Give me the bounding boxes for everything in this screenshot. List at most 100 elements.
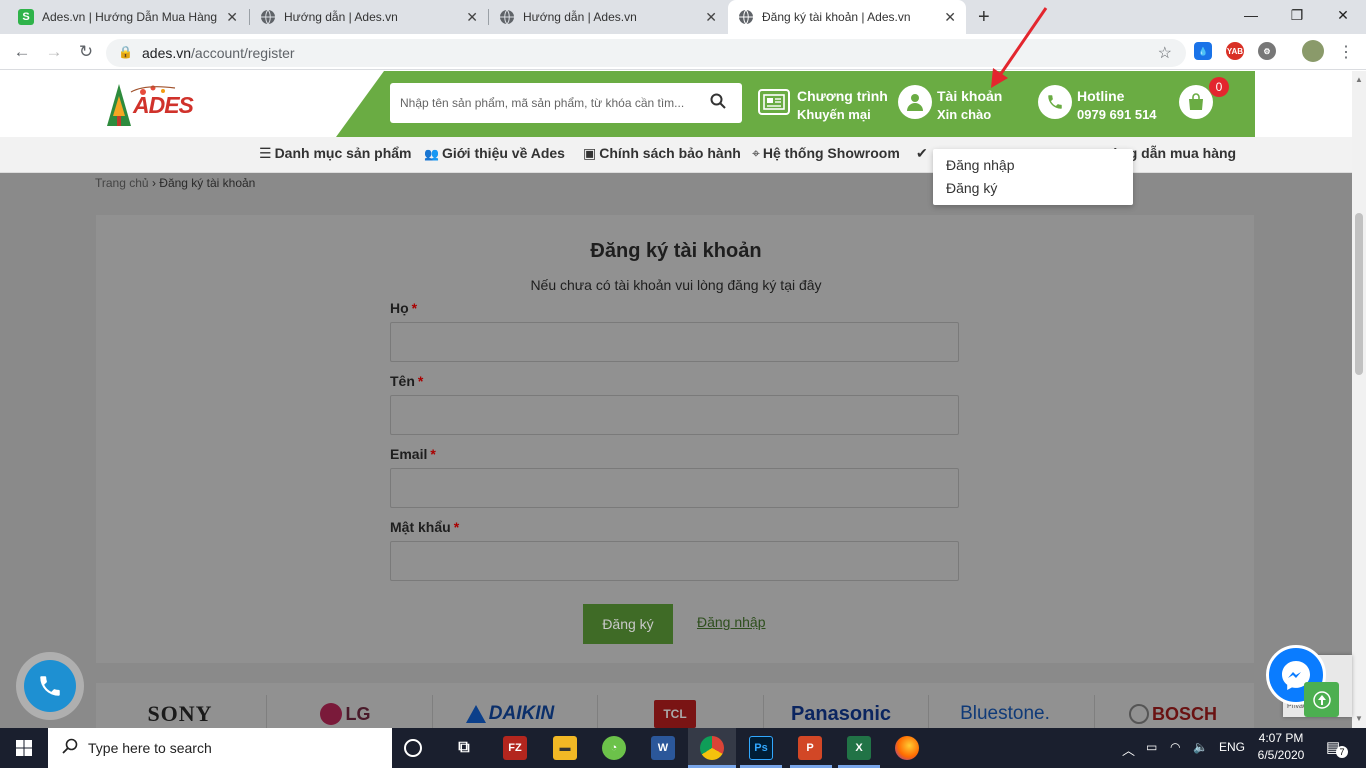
minimize-button[interactable]: —: [1228, 0, 1274, 30]
action-center-button[interactable]: ▤ 7: [1326, 738, 1348, 758]
breadcrumb-current: Đăng ký tài khoản: [159, 176, 256, 190]
maximize-button[interactable]: ❐: [1274, 0, 1320, 30]
clock-time: 4:07 PM: [1258, 731, 1304, 745]
coccoc-browser-icon[interactable]: ◔: [602, 736, 626, 760]
bookmark-star-icon[interactable]: ☆: [1158, 43, 1172, 63]
hotline-number[interactable]: 0979 691 514: [1077, 107, 1157, 122]
daikin-logo-icon: [465, 705, 486, 723]
cart-button[interactable]: [1179, 85, 1213, 119]
battery-icon[interactable]: ▭: [1146, 740, 1157, 754]
tab-title: Hướng dẫn | Ades.vn: [284, 10, 398, 24]
call-now-button[interactable]: [16, 652, 84, 720]
email-input[interactable]: [390, 468, 959, 508]
clock-date: 6/5/2020: [1257, 748, 1305, 762]
input-language[interactable]: ENG: [1219, 740, 1245, 754]
windows-start-button[interactable]: [0, 728, 48, 768]
product-search-input[interactable]: Nhập tên sản phẩm, mã sản phẩm, từ khóa …: [390, 83, 742, 123]
dropdown-item-login[interactable]: Đăng nhập: [946, 157, 1015, 173]
menu-label: Danh mục sản phẩm: [274, 145, 412, 161]
user-icon: [898, 85, 932, 119]
url-text[interactable]: ades.vn/account/register: [142, 45, 295, 61]
breadcrumb: Trang chủ › Đăng ký tài khoản: [95, 176, 255, 190]
close-window-button[interactable]: ✕: [1320, 0, 1366, 30]
close-icon[interactable]: ✕: [226, 9, 238, 26]
volume-icon[interactable]: 🔈: [1193, 740, 1208, 754]
brand-daikin[interactable]: DAIKIN: [455, 700, 565, 728]
header-hotline[interactable]: Hotline 0979 691 514: [1038, 85, 1168, 125]
breadcrumb-home[interactable]: Trang chủ: [95, 176, 149, 190]
close-icon[interactable]: ✕: [466, 9, 478, 26]
search-icon: [62, 738, 78, 759]
brand-panasonic[interactable]: Panasonic: [786, 700, 896, 728]
brand-divider: [1094, 695, 1095, 728]
filezilla-icon[interactable]: FZ: [503, 736, 527, 760]
scroll-down-icon[interactable]: ▼: [1355, 714, 1363, 723]
taskbar-clock[interactable]: 4:07 PM 6/5/2020: [1250, 730, 1312, 764]
firefox-icon[interactable]: [895, 736, 919, 760]
brand-lg[interactable]: LG: [290, 700, 400, 728]
header-promotions[interactable]: Chương trình Khuyến mại: [758, 85, 893, 125]
tray-chevron-up-icon[interactable]: ︿: [1122, 740, 1135, 759]
search-icon[interactable]: [710, 93, 726, 114]
profile-avatar[interactable]: [1302, 40, 1324, 62]
account-line1: Tài khoản: [937, 88, 1003, 104]
login-link[interactable]: Đăng nhập: [697, 614, 766, 630]
menu-item-warranty[interactable]: ▣ Chính sách bảo hành: [583, 145, 741, 162]
file-explorer-icon[interactable]: ▬: [553, 736, 577, 760]
phone-icon: [1038, 85, 1072, 119]
browser-tab-3[interactable]: Hướng dẫn | Ades.vn ✕: [489, 0, 727, 34]
scrollbar-thumb[interactable]: [1355, 213, 1363, 375]
back-to-top-button[interactable]: [1304, 682, 1339, 717]
back-arrow-icon[interactable]: ←: [8, 38, 36, 66]
first-name-input[interactable]: [390, 395, 959, 435]
ades-logo[interactable]: ADES: [105, 82, 205, 128]
word-icon[interactable]: W: [651, 736, 675, 760]
menu-label: Chính sách bảo hành: [599, 145, 741, 161]
browser-tab-2[interactable]: Hướng dẫn | Ades.vn ✕: [250, 0, 488, 34]
last-name-input[interactable]: [390, 322, 959, 362]
brand-bluestone[interactable]: Bluestone.: [950, 700, 1060, 728]
new-tab-button[interactable]: +: [978, 6, 990, 29]
close-icon[interactable]: ✕: [705, 9, 717, 26]
promo-line1: Chương trình: [797, 88, 888, 104]
menu-item-showroom[interactable]: ⌖ Hệ thống Showroom: [752, 145, 900, 162]
taskbar-search-box[interactable]: Type here to search: [48, 728, 392, 768]
account-dropdown-menu: Đăng nhập Đăng ký: [933, 149, 1133, 205]
task-view-icon[interactable]: ⧉: [452, 736, 476, 760]
header-account[interactable]: Tài khoản Xin chào: [898, 85, 1018, 125]
forward-arrow-icon[interactable]: →: [40, 38, 68, 66]
brand-sony[interactable]: SONY: [110, 700, 250, 728]
reload-icon[interactable]: ↻: [72, 38, 100, 66]
menu-item-categories[interactable]: ☰ Danh mục sản phẩm: [259, 145, 411, 162]
browser-tab-1[interactable]: S Ades.vn | Hướng Dẫn Mua Hàng ✕: [8, 0, 248, 34]
excel-icon[interactable]: X: [847, 736, 871, 760]
menu-item-about[interactable]: 👥 Giới thiệu về Ades: [424, 145, 565, 161]
photoshop-icon[interactable]: Ps: [749, 736, 773, 760]
scroll-up-icon[interactable]: ▲: [1355, 75, 1363, 84]
page-scrollbar[interactable]: ▲ ▼: [1352, 71, 1366, 728]
newspaper-icon: [758, 89, 790, 115]
cortana-icon[interactable]: [404, 739, 422, 757]
bosch-logo-icon: [1128, 704, 1149, 724]
password-input[interactable]: [390, 541, 959, 581]
dropper-extension-icon[interactable]: 💧: [1194, 42, 1212, 60]
powerpoint-icon[interactable]: P: [798, 736, 822, 760]
dropdown-item-register[interactable]: Đăng ký: [946, 180, 997, 196]
check-circle-icon: ✔: [916, 145, 928, 161]
chrome-icon[interactable]: [700, 736, 724, 760]
close-icon[interactable]: ✕: [944, 9, 956, 26]
globe-icon: [499, 9, 515, 25]
tab-title: Đăng ký tài khoản | Ades.vn: [762, 10, 911, 24]
brand-bosch[interactable]: BOSCH: [1128, 700, 1218, 728]
address-bar[interactable]: 🔒 ades.vn/account/register ☆: [106, 39, 1186, 67]
brand-divider: [266, 695, 267, 728]
menu-item-offers[interactable]: ✔: [916, 145, 931, 162]
brand-tcl[interactable]: TCL: [654, 700, 696, 728]
register-submit-button[interactable]: Đăng ký: [583, 604, 673, 644]
wifi-icon[interactable]: ◠: [1170, 740, 1180, 754]
browser-menu-icon[interactable]: ⋮: [1338, 42, 1354, 62]
yab-extension-icon[interactable]: YAB: [1226, 42, 1244, 60]
browser-tab-4-active[interactable]: Đăng ký tài khoản | Ades.vn ✕: [728, 0, 966, 34]
shopping-bag-icon: [1189, 93, 1203, 110]
gear-extension-icon[interactable]: ⚙: [1258, 42, 1276, 60]
